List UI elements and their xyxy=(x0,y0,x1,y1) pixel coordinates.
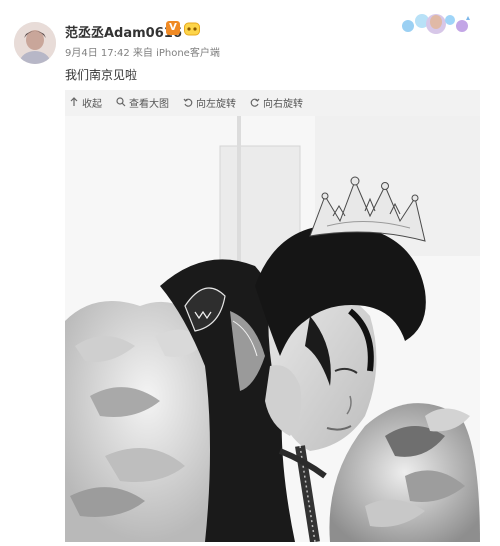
weibo-post-card: 范丞丞Adam0616 V 9月4日 17:42 来自 iPhone客户端 我们… xyxy=(0,0,500,543)
view-large-button[interactable]: 查看大图 xyxy=(116,95,169,110)
rotate-right-icon xyxy=(250,98,260,107)
post-photo[interactable] xyxy=(65,116,480,543)
image-toolbar: 收起 查看大图 向左旋转 向右旋转 xyxy=(65,90,484,114)
arrow-up-icon xyxy=(70,97,78,106)
post-text: 我们南京见啦 xyxy=(65,68,138,82)
fan-badge-icon xyxy=(184,21,200,36)
avatar[interactable] xyxy=(14,22,56,64)
collect-button[interactable]: 收起 xyxy=(69,95,102,110)
rotate-right-button[interactable]: 向右旋转 xyxy=(250,95,303,110)
media-box: 收起 查看大图 向左旋转 向右旋转 xyxy=(65,90,480,543)
view-large-label: 查看大图 xyxy=(129,98,169,110)
collect-label: 收起 xyxy=(82,98,102,110)
rotate-left-button[interactable]: 向左旋转 xyxy=(183,95,236,110)
post-meta: 9月4日 17:42 来自 iPhone客户端 xyxy=(65,48,220,59)
decorative-banner xyxy=(398,10,474,38)
magnify-icon xyxy=(116,97,126,107)
rotate-left-icon xyxy=(183,98,193,107)
rotate-right-label: 向右旋转 xyxy=(263,98,303,110)
verified-badge: V xyxy=(166,21,180,35)
username[interactable]: 范丞丞Adam0616 xyxy=(65,22,182,41)
rotate-left-label: 向左旋转 xyxy=(196,98,236,110)
